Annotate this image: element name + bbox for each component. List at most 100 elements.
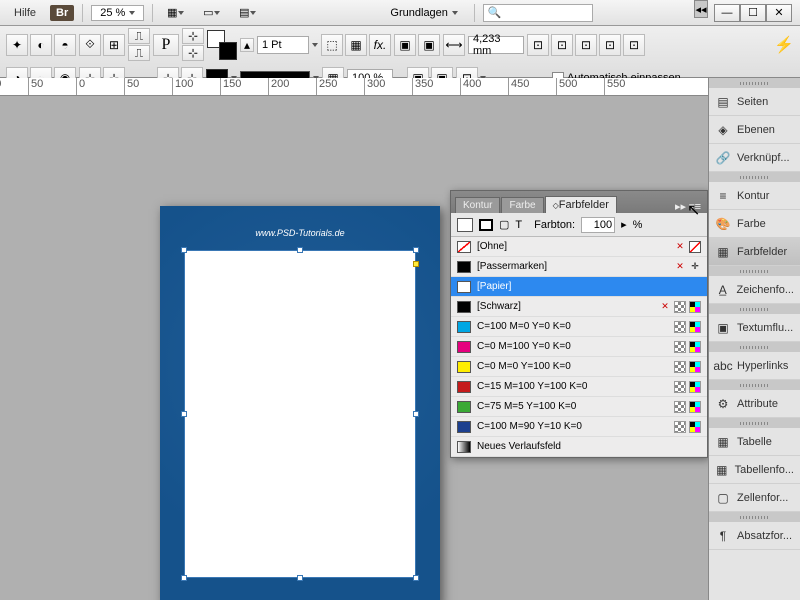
quick-apply-icon[interactable]: ⚡ xyxy=(774,35,794,55)
tool-btn[interactable]: ⊡ xyxy=(575,34,597,56)
fx-button[interactable]: fx. xyxy=(369,34,391,56)
dock-label: Farbfelder xyxy=(737,246,787,258)
screen-mode-button[interactable]: ▭ xyxy=(197,3,225,23)
search-icon: 🔍 xyxy=(488,6,502,19)
swatches-icon: ▦ xyxy=(715,245,731,259)
zoom-level[interactable]: 25 % xyxy=(91,5,144,21)
tool-btn[interactable]: ⟷ xyxy=(443,34,465,56)
cmyk-icon xyxy=(689,401,701,413)
tab-farbfelder[interactable]: ◇Farbfelder xyxy=(545,196,617,213)
tool-btn[interactable]: ◓ xyxy=(54,34,76,56)
search-input[interactable]: 🔍 xyxy=(483,4,593,22)
dock-button-farbe[interactable]: 🎨Farbe xyxy=(709,210,800,238)
tool-btn[interactable]: ⎍ xyxy=(128,28,150,44)
swatch-chip xyxy=(457,361,471,373)
swatch-chip xyxy=(457,381,471,393)
swatch-row[interactable]: Neues Verlaufsfeld xyxy=(451,437,707,457)
tool-btn[interactable]: ▣ xyxy=(394,34,416,56)
locked-icon: ✕ xyxy=(674,261,686,273)
tool-btn[interactable]: ✦ xyxy=(6,34,28,56)
arrange-button[interactable]: ▤ xyxy=(233,3,261,23)
swatch-row[interactable]: C=0 M=100 Y=0 K=0 xyxy=(451,337,707,357)
dock-button-zeichenfo[interactable]: A̲Zeichenfo... xyxy=(709,276,800,304)
dock-button-hyperlinks[interactable]: abcHyperlinks xyxy=(709,352,800,380)
dock-button-seiten[interactable]: ▤Seiten xyxy=(709,88,800,116)
chevron-down-icon xyxy=(452,11,458,15)
swatch-chip xyxy=(457,321,471,333)
minimize-button[interactable]: — xyxy=(714,4,740,22)
paragraph-button[interactable]: P xyxy=(153,34,179,56)
dock-button-farbfelder[interactable]: ▦ Farbfelder xyxy=(709,238,800,266)
dock-button-absatzfor[interactable]: ¶Absatzfor... xyxy=(709,522,800,550)
bridge-button[interactable]: Br xyxy=(50,5,74,21)
tool-btn[interactable]: ▣ xyxy=(418,34,440,56)
dock-button-tabellenfo[interactable]: ▦Tabellenfo... xyxy=(709,456,800,484)
tool-btn[interactable]: ⬚ xyxy=(321,34,343,56)
panel-collapse-icon[interactable]: ▸▸ xyxy=(675,200,686,213)
container-icon[interactable]: ▢ xyxy=(499,218,509,231)
tool-btn[interactable]: ⎍ xyxy=(128,45,150,61)
tool-btn[interactable]: ⊹ xyxy=(182,45,204,61)
stepper-up[interactable]: ▴ xyxy=(240,38,254,52)
none-icon xyxy=(689,241,701,253)
tool-btn[interactable]: ⊡ xyxy=(623,34,645,56)
swatch-name: C=75 M=5 Y=100 K=0 xyxy=(477,401,668,412)
dock-button-zellenfor[interactable]: ▢Zellenfor... xyxy=(709,484,800,512)
swatch-row[interactable]: [Papier] xyxy=(451,277,707,297)
swatch-row[interactable]: C=100 M=0 Y=0 K=0 xyxy=(451,317,707,337)
swatches-panel: Kontur Farbe ◇Farbfelder ▸▸ ▾≡ ▢ T Farbt… xyxy=(450,190,708,458)
swatch-row[interactable]: [Schwarz]✕ xyxy=(451,297,707,317)
tint-slider-icon[interactable]: ▸ xyxy=(621,218,627,231)
swatch-row[interactable]: [Passermarken]✕✛ xyxy=(451,257,707,277)
dock-button-textumflu[interactable]: ▣Textumflu... xyxy=(709,314,800,342)
dock-button-tabelle[interactable]: ▦Tabelle xyxy=(709,428,800,456)
swatch-row[interactable]: [Ohne]✕ xyxy=(451,237,707,257)
tool-btn[interactable]: ⊞ xyxy=(103,34,125,56)
zoom-value: 25 % xyxy=(100,7,125,19)
dock-button-ebenen[interactable]: ◈Ebenen xyxy=(709,116,800,144)
fill-proxy[interactable] xyxy=(457,218,473,232)
panel-tabs: Kontur Farbe ◇Farbfelder ▸▸ ▾≡ xyxy=(451,191,707,213)
process-icon xyxy=(674,361,686,373)
swatch-name: Neues Verlaufsfeld xyxy=(477,441,695,452)
selected-frame[interactable] xyxy=(184,250,416,578)
tab-farbe[interactable]: Farbe xyxy=(501,197,543,213)
registration-icon: ✛ xyxy=(689,261,701,273)
workspace-switcher[interactable]: Grundlagen xyxy=(382,5,466,21)
tool-btn[interactable]: ⊡ xyxy=(599,34,621,56)
stroke-proxy[interactable] xyxy=(479,219,493,231)
locked-icon: ✕ xyxy=(659,301,671,313)
text-icon[interactable]: T xyxy=(515,219,522,231)
dock-label: Absatzfor... xyxy=(737,530,792,542)
dock-button-kontur[interactable]: ≡Kontur xyxy=(709,182,800,210)
tool-btn[interactable]: ⟐ xyxy=(79,34,101,56)
swatch-row[interactable]: C=15 M=100 Y=100 K=0 xyxy=(451,377,707,397)
stroke-weight-input[interactable]: 1 Pt xyxy=(257,36,309,54)
process-icon xyxy=(674,421,686,433)
tab-kontur[interactable]: Kontur xyxy=(455,197,500,213)
view-options-button[interactable]: ▦ xyxy=(161,3,189,23)
dock-button-attribute[interactable]: ⚙Attribute xyxy=(709,390,800,418)
stroke-swatch[interactable] xyxy=(219,42,237,60)
tool-btn[interactable]: ⊡ xyxy=(551,34,573,56)
swatch-row[interactable]: C=100 M=90 Y=10 K=0 xyxy=(451,417,707,437)
swatch-row[interactable]: C=75 M=5 Y=100 K=0 xyxy=(451,397,707,417)
document-page[interactable]: www.PSD-Tutorials.de xyxy=(160,206,440,600)
tool-btn[interactable]: ⊡ xyxy=(527,34,549,56)
width-input[interactable]: 4,233 mm xyxy=(468,36,524,54)
close-button[interactable]: ✕ xyxy=(766,4,792,22)
process-icon xyxy=(674,321,686,333)
chevron-down-icon[interactable] xyxy=(312,43,318,47)
table-icon: ▦ xyxy=(715,435,731,449)
tool-btn[interactable]: ▦ xyxy=(345,34,367,56)
dock-collapse-tab[interactable]: ◂◂ xyxy=(694,0,708,18)
help-menu[interactable]: Hilfe xyxy=(8,5,42,21)
swatch-name: C=100 M=0 Y=0 K=0 xyxy=(477,321,668,332)
dock-button-verknpf[interactable]: 🔗Verknüpf... xyxy=(709,144,800,172)
tint-input[interactable] xyxy=(581,217,615,233)
maximize-button[interactable]: ☐ xyxy=(740,4,766,22)
swatch-row[interactable]: C=0 M=0 Y=100 K=0 xyxy=(451,357,707,377)
tool-btn[interactable]: ⊹ xyxy=(182,28,204,44)
tool-btn[interactable]: ◐ xyxy=(30,34,52,56)
tint-unit: % xyxy=(633,219,643,231)
